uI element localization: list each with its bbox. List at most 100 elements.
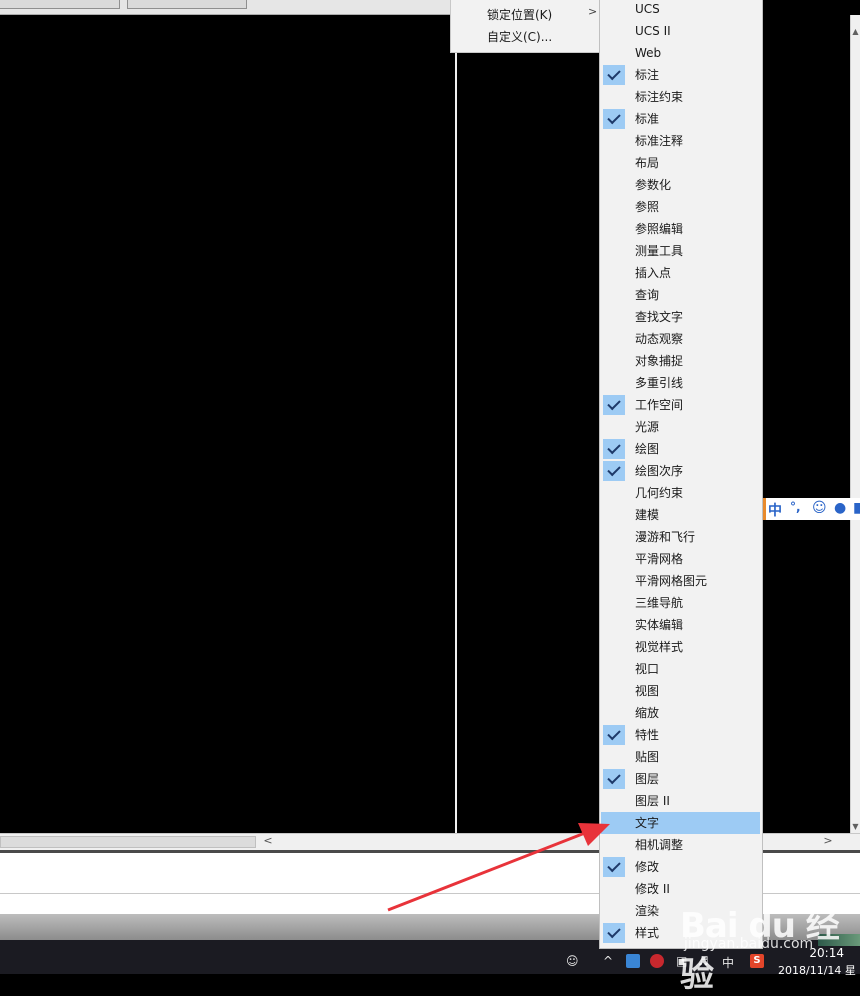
user-icon[interactable]: ☺ xyxy=(566,954,579,968)
scroll-up-icon[interactable]: ▲ xyxy=(851,27,860,37)
toolbar-menu-item-label: 特性 xyxy=(635,728,660,742)
toolbar-menu-item[interactable]: 插入点 xyxy=(601,262,760,284)
drawing-viewport-edge[interactable] xyxy=(762,15,860,833)
toolbar-menu-item[interactable]: 查询 xyxy=(601,284,760,306)
toolbar-menu-item[interactable]: 特性 xyxy=(601,724,760,746)
checkmark-icon xyxy=(603,65,625,85)
toolbar-menu-item-label: UCS xyxy=(635,2,660,16)
toolbar-menu-item[interactable]: 光源 xyxy=(601,416,760,438)
toolbar-menu-item-label: 修改 xyxy=(635,860,660,874)
toolbar-menu-item[interactable]: 图层 xyxy=(601,768,760,790)
toolbar-menu-item[interactable]: 文字 xyxy=(601,812,760,834)
toolbar-menu-item-label: 贴图 xyxy=(635,750,660,764)
toolbar-menu-item[interactable]: 三维导航 xyxy=(601,592,760,614)
drawing-viewport-right[interactable] xyxy=(457,15,600,833)
toolbar-menu-item-label: 参数化 xyxy=(635,178,672,192)
checkmark-icon xyxy=(603,395,625,415)
menu-item-lock-position[interactable]: 锁定位置(K) xyxy=(487,5,552,25)
document-tab-1[interactable] xyxy=(0,0,120,9)
toolbar-menu-item-label: 几何约束 xyxy=(635,486,684,500)
toolbar-menu-item[interactable]: 几何约束 xyxy=(601,482,760,504)
checkmark-glyph xyxy=(607,858,621,873)
toolbar-menu-item-label: 查找文字 xyxy=(635,310,684,324)
checkmark-icon xyxy=(603,461,625,481)
toolbar-menu-item[interactable]: 参照 xyxy=(601,196,760,218)
toolbar-menu-item-label: 视图 xyxy=(635,684,660,698)
toolbar-menu-item[interactable]: 动态观察 xyxy=(601,328,760,350)
toolbar-menu-item[interactable]: 视口 xyxy=(601,658,760,680)
toolbar-menu-item[interactable]: 布局 xyxy=(601,152,760,174)
drawing-viewport-left[interactable] xyxy=(0,15,455,833)
ime-mode-toggle[interactable]: 中 xyxy=(768,500,782,520)
toolbar-menu-item-label: 漫游和飞行 xyxy=(635,530,696,544)
document-tabs-strip xyxy=(0,0,450,15)
microphone-icon[interactable]: ● xyxy=(834,500,846,516)
toolbar-menu-item-label: 标注约束 xyxy=(635,90,684,104)
menu-item-customize[interactable]: 自定义(C)... xyxy=(487,27,552,47)
scroll-left-icon[interactable]: < xyxy=(262,834,274,848)
toolbar-menu-item[interactable]: UCS xyxy=(601,0,760,20)
toolbar-menu-item-label: 平滑网格图元 xyxy=(635,574,708,588)
toolbar-menu-item[interactable]: 对象捕捉 xyxy=(601,350,760,372)
document-tab-2[interactable] xyxy=(127,0,247,9)
toolbar-menu-item-label: 视口 xyxy=(635,662,660,676)
toolbar-menu-item[interactable]: 实体编辑 xyxy=(601,614,760,636)
toolbar-menu-item[interactable]: 视觉样式 xyxy=(601,636,760,658)
toolbar-menu-item[interactable]: 参照编辑 xyxy=(601,218,760,240)
toolbar-menu-item[interactable]: UCS II xyxy=(601,20,760,42)
toolbar-menu-item-label: 工作空间 xyxy=(635,398,684,412)
toolbar-menu-item[interactable]: 标准 xyxy=(601,108,760,130)
chevron-up-icon[interactable]: ^ xyxy=(603,954,613,968)
toolbar-menu-item-label: 光源 xyxy=(635,420,660,434)
toolbar-menu-item-label: 查询 xyxy=(635,288,660,302)
vertical-scrollbar[interactable] xyxy=(851,15,860,833)
toolbar-menu-item-label: 样式 xyxy=(635,926,660,940)
toolbar-menu-item-label: 绘图 xyxy=(635,442,660,456)
toolbar-menu-item[interactable]: 视图 xyxy=(601,680,760,702)
toolbar-menu-item[interactable]: 修改 xyxy=(601,856,760,878)
toolbar-menu-item[interactable]: 标注约束 xyxy=(601,86,760,108)
scroll-right-icon[interactable]: > xyxy=(818,834,838,848)
toolbar-menu-item[interactable]: 标注 xyxy=(601,64,760,86)
checkmark-icon xyxy=(603,725,625,745)
checkmark-glyph xyxy=(607,726,621,741)
horizontal-scrollbar-thumb[interactable] xyxy=(0,836,256,848)
toolbar-menu-item[interactable]: 相机调整 xyxy=(601,834,760,856)
toolbar-menu-item-label: 三维导航 xyxy=(635,596,684,610)
toolbar-menu-item[interactable]: 标准注释 xyxy=(601,130,760,152)
toolbars-submenu: UCS UCS II Web 标注标注约束标准 标准注释布局参数化参照参照编辑 测量工具插… xyxy=(599,0,763,949)
checkmark-icon xyxy=(603,769,625,789)
ime-more-icon[interactable]: ■ xyxy=(853,500,860,516)
toolbar-menu-item[interactable]: 平滑网格 xyxy=(601,548,760,570)
toolbar-menu-item[interactable]: 绘图次序 xyxy=(601,460,760,482)
toolbar-menu-item[interactable]: 工作空间 xyxy=(601,394,760,416)
toolbar-menu-item-label: 建模 xyxy=(635,508,660,522)
toolbar-menu-item[interactable]: 建模 xyxy=(601,504,760,526)
toolbar-menu-item-label: 参照 xyxy=(635,200,660,214)
baidu-watermark: Bai du 经验 jingyan.baidu.com xyxy=(660,884,860,995)
toolbar-menu-item-label: 平滑网格 xyxy=(635,552,684,566)
toolbar-menu-item[interactable]: 平滑网格图元 xyxy=(601,570,760,592)
toolbar-menu-item[interactable]: 多重引线 xyxy=(601,372,760,394)
ime-punctuation-toggle[interactable]: °, xyxy=(790,500,801,514)
toolbar-menu-item[interactable]: 缩放 xyxy=(601,702,760,724)
scroll-down-icon[interactable]: ▼ xyxy=(851,822,860,832)
toolbar-menu-item[interactable]: 查找文字 xyxy=(601,306,760,328)
checkmark-icon xyxy=(603,857,625,877)
toolbar-menu-item[interactable]: 贴图 xyxy=(601,746,760,768)
toolbar-menu-item[interactable]: 漫游和飞行 xyxy=(601,526,760,548)
watermark-url: jingyan.baidu.com xyxy=(684,936,814,952)
checkmark-glyph xyxy=(607,924,621,939)
toolbar-menu-item-label: 布局 xyxy=(635,156,660,170)
toolbar-menu-item-label: 图层 xyxy=(635,772,660,786)
chevron-right-icon: > xyxy=(588,5,598,18)
tray-app-icon[interactable] xyxy=(650,954,664,968)
toolbar-menu-item[interactable]: 测量工具 xyxy=(601,240,760,262)
toolbar-menu-item[interactable]: 绘图 xyxy=(601,438,760,460)
smiley-icon[interactable]: ☺ xyxy=(812,500,827,516)
toolbar-menu-item[interactable]: 图层 II xyxy=(601,790,760,812)
toolbar-menu-item-label: 渲染 xyxy=(635,904,660,918)
toolbar-menu-item[interactable]: Web xyxy=(601,42,760,64)
security-shield-icon[interactable] xyxy=(626,954,640,968)
toolbar-menu-item[interactable]: 参数化 xyxy=(601,174,760,196)
